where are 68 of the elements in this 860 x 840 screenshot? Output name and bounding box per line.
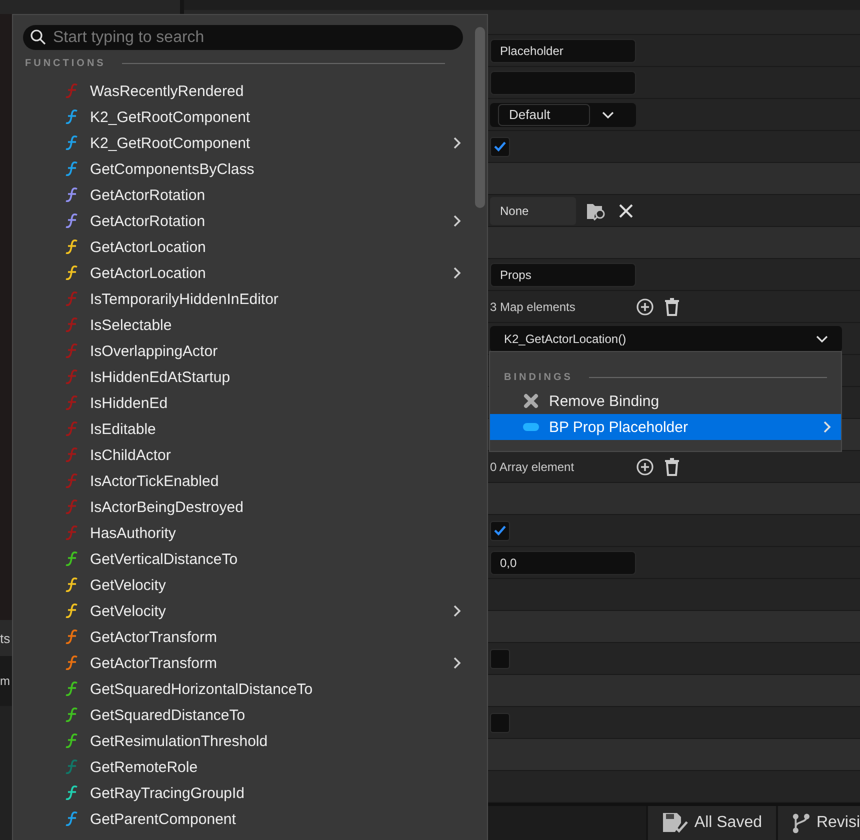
function-item[interactable]: GetActorLocation [23,260,475,286]
pill-icon [523,423,539,431]
section-header: BINDINGS [504,372,573,382]
function-item[interactable]: GetResimulationThreshold [23,728,475,754]
function-item[interactable]: IsChildActor [23,442,475,468]
text-field[interactable]: Props [490,262,636,286]
add-icon[interactable] [636,298,654,316]
function-item[interactable]: GetVelocity [23,598,475,624]
asset-field[interactable]: None [490,196,576,224]
checkbox[interactable] [490,712,510,732]
function-item[interactable]: IsActorBeingDestroyed [23,494,475,520]
branch-icon [792,812,810,834]
scrollbar-thumb[interactable] [475,27,485,208]
checkbox[interactable] [490,136,510,156]
checkmark-icon [494,141,506,152]
text-field[interactable]: Placeholder [490,38,636,62]
delete-icon[interactable] [664,458,680,476]
function-item[interactable]: K2_GetRootComponent [23,104,475,130]
function-item[interactable]: IsHiddenEdAtStartup [23,364,475,390]
search-icon [30,29,46,45]
function-item[interactable]: GetActorRotation [23,208,475,234]
checkbox[interactable] [490,520,510,540]
function-item[interactable]: IsSelectable [23,312,475,338]
section-header: FUNCTIONS [25,58,106,68]
function-item[interactable]: GetActorRotation [23,182,475,208]
combo-value: Default [498,104,590,126]
function-item[interactable]: IsActorTickEnabled [23,468,475,494]
menu-item[interactable]: BP Prop Placeholder [490,414,841,440]
checkmark-icon [494,525,506,536]
chevron-down-icon [602,110,614,118]
text-field[interactable] [490,70,636,94]
add-icon[interactable] [636,458,654,476]
binding-combo-box[interactable]: K2_GetActorLocation() [490,326,842,352]
element-count: 0 Array element [490,460,576,474]
text-field[interactable]: 0,0 [490,550,636,574]
function-item[interactable]: IsEditable [23,416,475,442]
save-icon [662,812,688,834]
function-item[interactable]: HasAuthority [23,520,475,546]
function-item[interactable]: GetVerticalDistanceTo [23,546,475,572]
panel-label: ts [0,630,10,646]
function-item[interactable]: IsHiddenEd [23,390,475,416]
function-item[interactable]: GetActorLocation [23,234,475,260]
combo-box[interactable]: Default [490,102,636,126]
function-item[interactable]: WasRecentlyRendered [23,78,475,104]
function-item[interactable]: GetSquaredDistanceTo [23,702,475,728]
function-item[interactable]: GetSquaredHorizontalDistanceTo [23,676,475,702]
element-count: 3 Map elements [490,300,576,314]
function-item[interactable]: K2_GetRootComponent [23,130,475,156]
function-item[interactable]: GetRayTracingGroupId [23,780,475,806]
function-item[interactable]: GetActorTransform [23,624,475,650]
function-item[interactable]: IsTemporarilyHiddenInEditor [23,286,475,312]
function-item[interactable]: GetVelocity [23,572,475,598]
search-field[interactable]: Start typing to search [23,25,463,50]
function-item[interactable]: GetActorTransform [23,650,475,676]
menu-item[interactable]: Remove Binding [490,388,841,414]
function-item[interactable]: GetComponentsByClass [23,156,475,182]
combo-value: K2_GetActorLocation() [504,332,626,346]
checkbox[interactable] [490,648,510,668]
function-item[interactable]: GetRemoteRole [23,754,475,780]
function-item[interactable]: IsOverlappingActor [23,338,475,364]
remove-icon [523,393,539,409]
close-icon[interactable] [618,202,634,218]
chevron-down-icon [816,334,828,342]
save-status-button[interactable]: All Saved [646,806,776,840]
delete-icon[interactable] [664,298,680,316]
revision-control-button[interactable]: Revisi [776,806,860,840]
function-item[interactable]: GetParentComponent [23,806,475,832]
panel-label: m [0,674,10,688]
